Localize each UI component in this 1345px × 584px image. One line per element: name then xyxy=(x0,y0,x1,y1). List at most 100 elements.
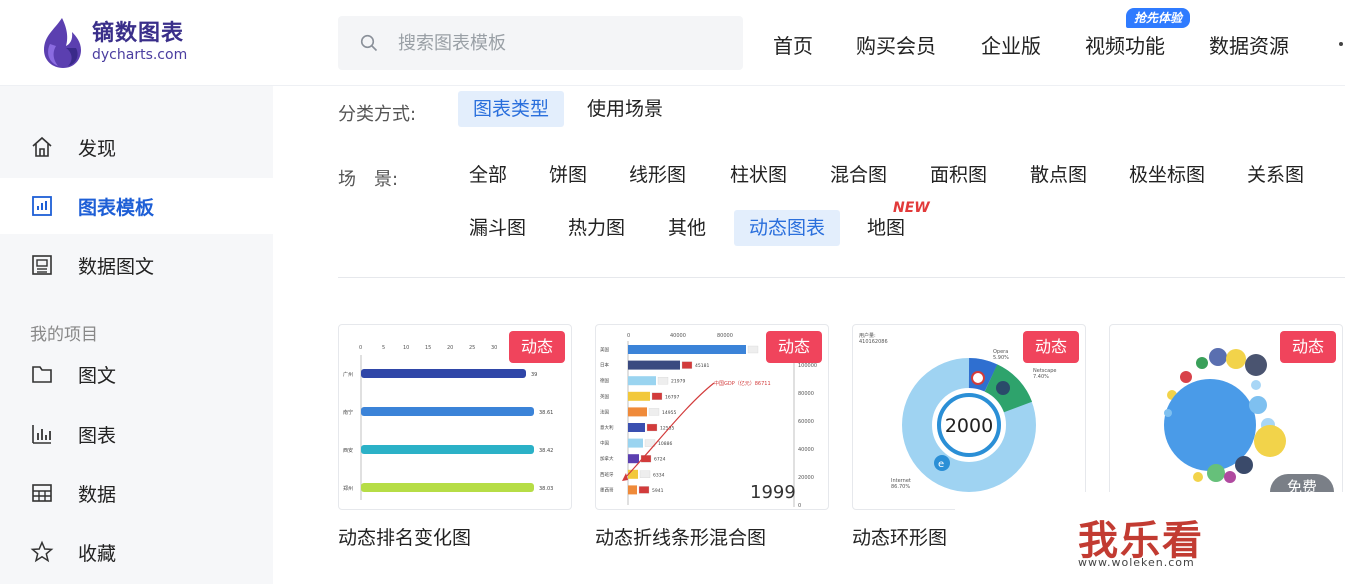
table-icon xyxy=(32,484,52,502)
mixed-right-tick: 100000 xyxy=(798,363,817,369)
sidebar-item-data[interactable]: 数据 xyxy=(0,465,273,521)
rank-axis-tick: 30 xyxy=(491,345,497,351)
rank-row-label: 广州 xyxy=(343,371,353,378)
promo-badge: 抢先体验 xyxy=(1126,8,1191,28)
rank-axis-tick: 20 xyxy=(447,345,453,351)
scene-option-all[interactable]: 全部 xyxy=(454,157,522,193)
nav-overflow-dot[interactable] xyxy=(1339,42,1343,46)
scene-option-other[interactable]: 其他 xyxy=(653,210,721,246)
mixed-row-label: 德国 xyxy=(600,377,609,384)
rank-bar xyxy=(361,483,534,492)
star-icon xyxy=(30,540,54,563)
nav-home[interactable]: 首页 xyxy=(773,30,813,59)
year-label: 1999 xyxy=(750,482,796,503)
scene-option-bar[interactable]: 柱状图 xyxy=(715,157,802,193)
rank-axis-tick: 10 xyxy=(403,345,409,351)
nav-enterprise[interactable]: 企业版 xyxy=(981,30,1041,59)
scene-option-pie[interactable]: 饼图 xyxy=(534,157,602,193)
mixed-row-label: 日本 xyxy=(600,362,609,369)
bubble xyxy=(1249,396,1267,414)
bubble xyxy=(1226,349,1246,369)
sidebar-item-articles[interactable]: 图文 xyxy=(0,346,273,402)
mixed-row-label: 美国 xyxy=(600,346,609,353)
sort-option-chart-type[interactable]: 图表类型 xyxy=(458,91,565,127)
bubble xyxy=(1164,409,1172,417)
card-title-rank[interactable]: 动态排名变化图 xyxy=(338,523,471,550)
dynamic-tag: 动态 xyxy=(1280,331,1336,363)
template-card-ring[interactable]: 用户量: 410162086 2000 e Opera 5.90% Netsca… xyxy=(852,324,1086,510)
mixed-row-value: 5941 xyxy=(652,488,664,494)
template-card-rank[interactable]: 0 5 10 15 20 25 30 广州 南宁 西安 郑州 39 38.61 … xyxy=(338,324,572,510)
scene-label: 场 景: xyxy=(338,169,399,190)
divider xyxy=(338,277,1345,278)
rank-row-value: 38.61 xyxy=(539,410,553,416)
template-card-mixed[interactable]: 0 40000 80000 100000 80000 60000 40000 2… xyxy=(595,324,829,510)
rank-bar xyxy=(361,407,534,416)
bubble xyxy=(1245,354,1267,376)
new-badge: NEW xyxy=(893,200,930,216)
scene-option-area[interactable]: 面积图 xyxy=(915,157,1002,193)
flag-icon xyxy=(646,423,658,432)
rank-row-value: 39 xyxy=(531,372,537,378)
flag-icon xyxy=(651,392,663,400)
bubble xyxy=(1224,471,1236,483)
search-box xyxy=(338,16,743,70)
sidebar-item-data-articles[interactable]: 数据图文 xyxy=(0,237,273,293)
card-title-ring[interactable]: 动态环形图 xyxy=(852,523,947,550)
scene-option-relation[interactable]: 关系图 xyxy=(1232,157,1319,193)
scene-option-funnel[interactable]: 漏斗图 xyxy=(454,210,541,246)
mixed-row-label: 法国 xyxy=(600,408,609,415)
scene-option-polar[interactable]: 极坐标图 xyxy=(1114,157,1220,193)
sidebar-item-label: 发现 xyxy=(78,137,117,160)
rank-bar xyxy=(361,369,526,378)
bubble xyxy=(1209,348,1227,366)
mixed-right-tick: 20000 xyxy=(798,475,814,481)
sidebar-item-label: 图表 xyxy=(78,424,117,447)
sidebar-item-chart-templates[interactable]: 图表模板 xyxy=(0,178,273,234)
mixed-top-tick: 40000 xyxy=(670,333,686,339)
scene-option-mixed[interactable]: 混合图 xyxy=(815,157,902,193)
logo-domain: dycharts.com xyxy=(92,47,188,63)
scene-option-scatter[interactable]: 散点图 xyxy=(1015,157,1102,193)
logo-name: 镝数图表 xyxy=(92,20,185,46)
top-header: 镝数图表 dycharts.com 首页 购买会员 企业版 视频功能 数据资源 … xyxy=(0,0,1345,86)
rank-row-value: 38.42 xyxy=(539,448,553,454)
chart-template-icon xyxy=(32,196,52,216)
bubble xyxy=(1207,464,1225,482)
card-title-mixed[interactable]: 动态折线条形混合图 xyxy=(595,523,766,550)
mixed-row-label: 加拿大 xyxy=(600,455,614,462)
mixed-right-tick: 80000 xyxy=(798,391,814,397)
nav-data-resources[interactable]: 数据资源 xyxy=(1209,30,1289,59)
flag-icon xyxy=(638,486,650,494)
sidebar-item-label: 收藏 xyxy=(78,542,117,565)
rank-axis-tick: 0 xyxy=(359,345,362,351)
scene-option-line[interactable]: 线形图 xyxy=(614,157,701,193)
sidebar-item-discover[interactable]: 发现 xyxy=(0,119,273,175)
search-input[interactable] xyxy=(398,32,698,54)
nav-membership[interactable]: 购买会员 xyxy=(856,30,936,59)
sort-option-scenario[interactable]: 使用场景 xyxy=(572,91,678,127)
article-icon xyxy=(32,255,52,275)
opera-pct: 5.90% xyxy=(993,355,1009,361)
gdp-arrow xyxy=(622,473,628,481)
scene-option-heatmap[interactable]: 热力图 xyxy=(553,210,640,246)
logo[interactable]: 镝数图表 dycharts.com xyxy=(36,14,187,70)
rank-axis-tick: 25 xyxy=(469,345,475,351)
rank-row-label: 南宁 xyxy=(343,409,353,416)
flag-icon xyxy=(681,361,693,369)
ie-glyph: e xyxy=(938,459,944,470)
flag-icon xyxy=(639,470,651,478)
mixed-row-label: 中国 xyxy=(600,440,609,447)
mixed-right-tick: 40000 xyxy=(798,447,814,453)
dynamic-tag: 动态 xyxy=(766,331,822,363)
bubble xyxy=(1251,380,1261,390)
sidebar-item-favorites[interactable]: 收藏 xyxy=(0,524,273,580)
sidebar-item-label: 数据图文 xyxy=(78,255,155,278)
mixed-bar xyxy=(628,376,656,386)
mixed-row-label: 意大利 xyxy=(600,424,614,431)
sidebar-item-charts[interactable]: 图表 xyxy=(0,406,273,462)
nav-video[interactable]: 视频功能 xyxy=(1085,30,1165,59)
mixed-bar xyxy=(628,391,650,401)
scene-option-dynamic[interactable]: 动态图表 xyxy=(734,210,841,246)
mixed-row-value: 6724 xyxy=(654,457,666,463)
